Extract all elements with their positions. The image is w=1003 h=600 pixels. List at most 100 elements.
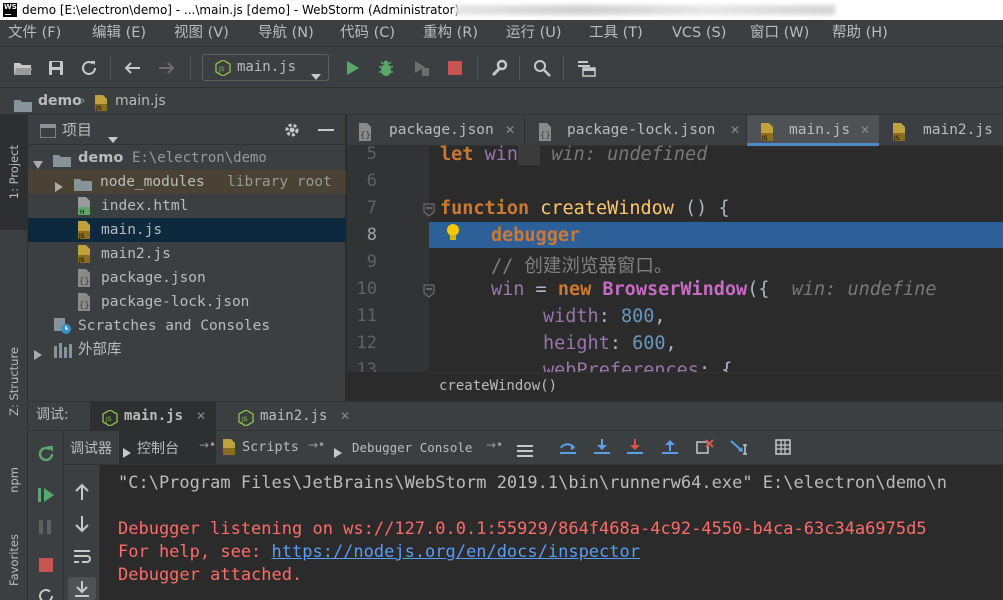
line-number: 12 — [356, 333, 377, 353]
library-icon — [53, 342, 73, 366]
run-to-cursor-icon[interactable] — [730, 439, 748, 459]
tree-item-node-modules[interactable]: node_modules library root — [28, 170, 346, 194]
tree-item-package-json[interactable]: {} package.json — [28, 266, 346, 290]
chevron-right-icon: › — [80, 93, 86, 109]
stop-icon[interactable] — [444, 57, 466, 79]
tree-root-demo[interactable]: demo E:\electron\demo — [28, 146, 346, 170]
subtab-scripts[interactable]: Scripts →• — [220, 431, 326, 464]
console-output[interactable]: "C:\Program Files\JetBrains\WebStorm 201… — [100, 465, 1003, 600]
line-number: 9 — [366, 252, 377, 272]
nodejs-icon: JS — [215, 59, 231, 77]
sync-icon[interactable] — [78, 57, 100, 79]
pause-icon[interactable] — [38, 519, 52, 539]
console-line-command: "C:\Program Files\JetBrains\WebStorm 201… — [118, 473, 948, 493]
debug-tab-main2-js[interactable]: JS main2.js ✕ — [226, 402, 356, 432]
gear-icon[interactable] — [284, 122, 300, 142]
tab-package-lock-json[interactable]: {} package-lock.json ✕ — [525, 115, 747, 146]
nav-file[interactable]: main.js — [115, 88, 166, 114]
inspector-docs-link[interactable]: https://nodejs.org/en/docs/inspector — [272, 542, 640, 562]
chevron-down-icon[interactable] — [108, 128, 118, 147]
wrench-settings-icon[interactable] — [488, 57, 510, 79]
subtab-console[interactable]: 控制台 →• — [119, 431, 216, 464]
scroll-to-end-icon[interactable] — [68, 577, 96, 600]
arrow-up-icon[interactable] — [74, 483, 90, 505]
save-all-icon[interactable] — [45, 57, 67, 79]
menu-window[interactable]: 窗口 (W) — [750, 20, 809, 46]
step-out-icon[interactable] — [662, 439, 678, 459]
tab-main-js[interactable]: JS main.js ✕ — [747, 115, 879, 146]
editor-breadcrumb[interactable]: createWindow() — [429, 372, 1003, 401]
menu-help[interactable]: 帮助 (H) — [832, 20, 888, 46]
code-editor: {} package.json ✕ {} package-lock.json ✕… — [347, 115, 1003, 401]
menu-refactor[interactable]: 重构 (R) — [423, 20, 478, 46]
close-icon[interactable]: ✕ — [860, 115, 870, 146]
menu-navigate[interactable]: 导航 (N) — [258, 20, 314, 46]
tree-item-label: node_modules — [100, 174, 205, 190]
open-folder-icon[interactable] — [12, 57, 34, 79]
run-icon[interactable] — [342, 57, 364, 79]
run-configuration-select[interactable]: JS main.js — [202, 54, 329, 81]
menu-view[interactable]: 视图 (V) — [174, 20, 229, 46]
tree-item-scratches[interactable]: Scratches and Consoles — [28, 314, 346, 338]
console-control-strip — [64, 465, 100, 600]
menu-run[interactable]: 运行 (U) — [506, 20, 562, 46]
force-step-into-icon[interactable] — [627, 439, 643, 459]
soft-wrap-icon[interactable] — [73, 549, 91, 569]
code-line-10: win = new BrowserWindow({ win: undefine — [491, 279, 937, 300]
back-arrow-icon[interactable] — [121, 57, 143, 79]
tree-item-external-libraries[interactable]: 外部库 — [28, 338, 346, 362]
search-icon[interactable] — [531, 57, 553, 79]
svg-text:{}: {} — [79, 301, 90, 311]
tree-item-main-js[interactable]: JS main.js — [28, 218, 346, 242]
minimize-icon[interactable] — [318, 129, 334, 131]
menu-code[interactable]: 代码 (C) — [340, 20, 395, 46]
rerun-icon[interactable] — [37, 587, 55, 600]
line-number: 7 — [366, 198, 377, 218]
close-icon[interactable]: ✕ — [340, 402, 350, 431]
nav-project[interactable]: demo — [38, 88, 82, 114]
console-line-attached: Debugger attached. — [118, 565, 303, 585]
frames-menu-icon[interactable] — [517, 442, 533, 461]
forward-arrow-icon[interactable] — [156, 57, 178, 79]
drop-frame-icon[interactable] — [696, 439, 714, 459]
webstorm-logo-icon: WS — [3, 3, 17, 17]
subtab-debugger-console[interactable]: Debugger Console →• — [328, 431, 508, 464]
terminal-window-icon[interactable] — [576, 57, 598, 79]
subtab-debugger[interactable]: 调试器 — [70, 438, 112, 458]
step-over-icon[interactable] — [559, 439, 577, 459]
js-file-icon — [222, 439, 236, 459]
tree-item-label: package.json — [101, 270, 206, 286]
evaluate-expression-icon[interactable] — [775, 439, 791, 459]
lightbulb-icon[interactable] — [445, 223, 461, 247]
close-icon[interactable]: ✕ — [196, 402, 206, 431]
project-panel-title[interactable]: 项目 — [62, 119, 92, 140]
step-into-icon[interactable] — [594, 439, 610, 459]
tab-npm[interactable]: npm — [0, 455, 28, 505]
rerun-icon[interactable] — [37, 445, 55, 467]
tree-item-package-lock-json[interactable]: {} package-lock.json — [28, 290, 346, 314]
menu-vcs[interactable]: VCS (S) — [672, 20, 726, 46]
tree-item-index-html[interactable]: H index.html — [28, 194, 346, 218]
tab-project[interactable]: 1: Project — [0, 115, 28, 230]
resume-icon[interactable] — [37, 487, 55, 507]
menu-tools[interactable]: 工具 (T) — [589, 20, 643, 46]
arrow-down-icon[interactable] — [74, 515, 90, 537]
coverage-icon[interactable] — [410, 57, 432, 79]
tab-package-json[interactable]: {} package.json ✕ — [347, 115, 525, 146]
debug-tab-main-js[interactable]: JS main.js ✕ — [90, 402, 216, 432]
subtab-label: Scripts — [242, 439, 299, 455]
close-icon[interactable]: ✕ — [505, 115, 515, 146]
debug-bug-icon[interactable] — [375, 57, 397, 79]
close-icon[interactable]: ✕ — [730, 115, 740, 146]
stop-icon[interactable] — [39, 557, 53, 576]
tab-structure[interactable]: Z: Structure — [0, 321, 28, 441]
tab-favorites[interactable]: Favorites — [0, 520, 28, 600]
svg-text:JS: JS — [105, 416, 112, 423]
tab-main2-js[interactable]: JS main2.js — [879, 115, 1003, 146]
menu-edit[interactable]: 编辑 (E) — [92, 20, 146, 46]
tree-item-main2-js[interactable]: JS main2.js — [28, 242, 346, 266]
menu-file[interactable]: 文件 (F) — [8, 20, 61, 46]
svg-text:{}: {} — [79, 277, 90, 287]
fold-icon[interactable] — [423, 283, 435, 302]
fold-icon[interactable] — [423, 202, 435, 221]
